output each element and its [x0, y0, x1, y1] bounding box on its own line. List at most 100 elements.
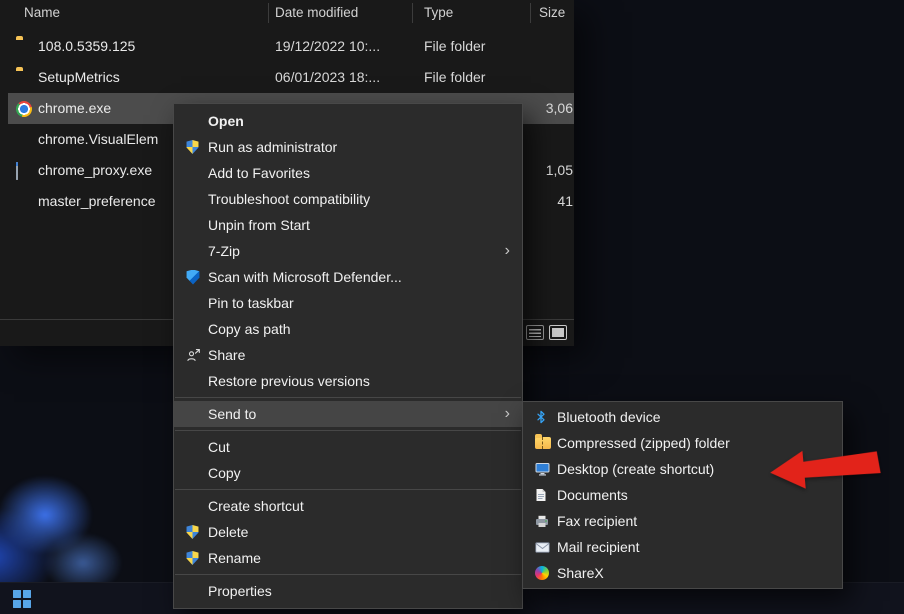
menu-item-label: Open [208, 113, 244, 129]
menu-icon-slot [186, 270, 208, 285]
menu-item-label: Copy [208, 465, 241, 481]
send-to-item-sharex[interactable]: ShareX [523, 560, 842, 586]
context-menu-item-add-to-favorites[interactable]: Add to Favorites [174, 160, 522, 186]
menu-item-label: Send to [208, 406, 256, 422]
menu-item-label: Restore previous versions [208, 373, 370, 389]
context-menu-item-scan-with-microsoft-defender[interactable]: Scan with Microsoft Defender... [174, 264, 522, 290]
send-to-item-bluetooth-device[interactable]: Bluetooth device [523, 404, 842, 430]
column-header-type[interactable]: Type [424, 5, 453, 20]
desktop-icon [535, 462, 550, 476]
context-menu-item-copy[interactable]: Copy [174, 460, 522, 486]
menu-item-label: Unpin from Start [208, 217, 310, 233]
menu-separator [175, 430, 521, 431]
menu-item-label: Bluetooth device [557, 409, 661, 425]
uac-shield-icon [186, 525, 199, 539]
send-to-item-mail-recipient[interactable]: Mail recipient [523, 534, 842, 560]
menu-item-label: Desktop (create shortcut) [557, 461, 714, 477]
submenu-chevron-icon: › [505, 243, 510, 259]
context-menu-item-7-zip[interactable]: 7-Zip › [174, 238, 522, 264]
context-menu-item-rename[interactable]: Rename [174, 545, 522, 571]
column-divider[interactable] [530, 3, 531, 23]
context-menu-item-troubleshoot-compatibility[interactable]: Troubleshoot compatibility [174, 186, 522, 212]
context-menu-item-run-as-administrator[interactable]: Run as administrator [174, 134, 522, 160]
menu-item-label: Mail recipient [557, 539, 639, 555]
context-menu-item-restore-previous-versions[interactable]: Restore previous versions [174, 368, 522, 394]
windows-logo-icon [23, 600, 31, 608]
file-row-setupmetrics[interactable]: SetupMetrics 06/01/2023 18:... File fold… [0, 62, 574, 93]
menu-item-label: Compressed (zipped) folder [557, 435, 730, 451]
app-icon [16, 162, 18, 180]
menu-icon-slot [535, 515, 557, 528]
menu-item-label: Cut [208, 439, 230, 455]
context-menu-item-share[interactable]: Share [174, 342, 522, 368]
menu-item-label: Scan with Microsoft Defender... [208, 269, 402, 285]
fax-icon [535, 515, 549, 528]
menu-item-label: Copy as path [208, 321, 291, 337]
context-menu-item-properties[interactable]: Properties [174, 578, 522, 604]
menu-icon-slot [186, 140, 208, 154]
defender-shield-icon [186, 270, 200, 285]
file-size: 41 [557, 193, 573, 209]
column-headers: Name Date modified Type Size [0, 0, 574, 26]
menu-separator [175, 397, 521, 398]
menu-icon-slot [535, 462, 557, 476]
sharex-icon [535, 566, 549, 580]
context-menu-item-unpin-from-start[interactable]: Unpin from Start [174, 212, 522, 238]
menu-icon-slot [535, 566, 557, 580]
share-icon [186, 348, 201, 363]
menu-item-label: ShareX [557, 565, 604, 581]
menu-icon-slot [535, 437, 557, 449]
context-menu-item-delete[interactable]: Delete [174, 519, 522, 545]
context-menu-item-create-shortcut[interactable]: Create shortcut [174, 493, 522, 519]
column-header-size[interactable]: Size [539, 5, 565, 20]
menu-item-label: Run as administrator [208, 139, 337, 155]
menu-item-label: Fax recipient [557, 513, 637, 529]
context-menu-item-cut[interactable]: Cut [174, 434, 522, 460]
uac-shield-icon [186, 551, 199, 565]
menu-icon-slot [535, 542, 557, 553]
menu-separator [175, 489, 521, 490]
context-menu-item-open[interactable]: Open [174, 108, 522, 134]
large-icons-view-button[interactable] [549, 325, 567, 340]
menu-item-label: Delete [208, 524, 248, 540]
column-divider[interactable] [268, 3, 269, 23]
column-header-date-modified[interactable]: Date modified [275, 5, 358, 20]
windows-logo-icon [23, 590, 31, 598]
context-menu-item-copy-as-path[interactable]: Copy as path [174, 316, 522, 342]
view-toggle-buttons [526, 325, 567, 340]
context-menu: Open Run as administrator Add to Favorit… [173, 103, 523, 609]
file-size: 1,05 [546, 162, 573, 178]
menu-item-label: Share [208, 347, 245, 363]
mail-icon [535, 542, 550, 553]
menu-icon-slot [535, 410, 557, 424]
details-view-button[interactable] [526, 325, 544, 340]
file-date-modified: 19/12/2022 10:... [275, 38, 380, 54]
submenu-chevron-icon: › [505, 406, 510, 422]
file-name: 108.0.5359.125 [38, 38, 135, 54]
file-name: chrome.VisualElem [38, 131, 158, 147]
windows-logo-icon [13, 590, 21, 598]
file-size: 3,06 [546, 100, 573, 116]
menu-item-label: Rename [208, 550, 261, 566]
menu-separator [175, 574, 521, 575]
column-header-name[interactable]: Name [24, 5, 60, 20]
zip-folder-icon [535, 437, 551, 449]
send-to-item-fax-recipient[interactable]: Fax recipient [523, 508, 842, 534]
menu-item-label: Documents [557, 487, 628, 503]
column-divider[interactable] [412, 3, 413, 23]
bluetooth-icon [535, 410, 547, 424]
file-name: master_preference [38, 193, 156, 209]
menu-item-label: Properties [208, 583, 272, 599]
menu-item-label: Add to Favorites [208, 165, 310, 181]
context-menu-item-pin-to-taskbar[interactable]: Pin to taskbar [174, 290, 522, 316]
file-type: File folder [424, 38, 485, 54]
file-type: File folder [424, 69, 485, 85]
start-button[interactable] [13, 590, 31, 608]
menu-item-label: 7-Zip [208, 243, 240, 259]
menu-item-label: Pin to taskbar [208, 295, 294, 311]
file-row-108-0-5359-125[interactable]: 108.0.5359.125 19/12/2022 10:... File fo… [0, 31, 574, 62]
documents-icon [535, 488, 547, 502]
menu-icon-slot [186, 551, 208, 565]
red-arrow-annotation [762, 433, 887, 503]
context-menu-item-send-to[interactable]: Send to › [174, 401, 522, 427]
